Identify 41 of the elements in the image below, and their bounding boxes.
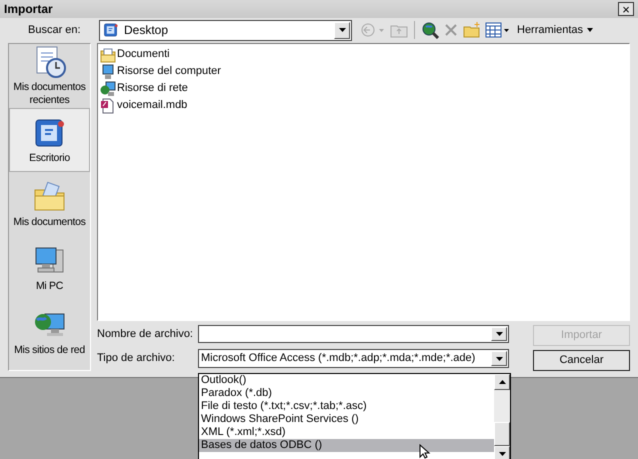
file-type-option[interactable]: Bases de datos ODBC (): [199, 439, 494, 452]
dropdown-caret-icon[interactable]: [334, 22, 350, 38]
desktop-icon: [103, 22, 119, 38]
up-arrow-icon: [498, 380, 506, 384]
search-icon[interactable]: [421, 21, 439, 39]
places-item[interactable]: Mis documentos recientes: [9, 44, 90, 108]
database-file-icon: [100, 98, 116, 114]
dialog-button[interactable]: Cancelar: [533, 350, 630, 371]
places-item[interactable]: Mi PC: [9, 236, 90, 300]
places-item[interactable]: Mis documentos: [9, 172, 90, 236]
caret-icon: [587, 28, 594, 32]
file-type-option[interactable]: Outlook(): [199, 374, 494, 387]
file-name-field[interactable]: [198, 325, 509, 343]
places-item[interactable]: Escritorio: [9, 108, 90, 172]
computer-icon: [100, 64, 116, 80]
scroll-up-button[interactable]: [494, 374, 510, 390]
file-type-option[interactable]: Windows SharePoint Services (): [199, 413, 494, 426]
tools-menu-button[interactable]: Herramientas: [515, 22, 596, 38]
dropdown-caret-icon[interactable]: [491, 351, 507, 366]
file-type-dropdown[interactable]: Microsoft Office Access (*.mdb;*.adp;*.mda;*.mde;*.ade): [198, 349, 509, 368]
places-item[interactable]: Mis sitios de red: [9, 300, 90, 364]
file-type-option[interactable]: File di testo (*.txt;*.csv;*.tab;*.asc): [199, 400, 494, 413]
file-type-label: Tipo de archivo:: [97, 351, 176, 366]
look-in-label: Buscar en:: [27, 22, 82, 38]
file-item[interactable]: Risorse di rete: [100, 80, 629, 97]
down-arrow-icon: [498, 452, 506, 456]
file-item[interactable]: Documenti: [100, 46, 629, 63]
file-name-label: Nombre de archivo:: [97, 326, 194, 342]
scrollbar[interactable]: [494, 374, 510, 459]
dropdown-caret-icon[interactable]: [491, 327, 507, 341]
close-button[interactable]: ×: [618, 2, 634, 16]
window-title: Importar: [4, 1, 53, 18]
folder-icon: [100, 46, 116, 62]
file-type-option[interactable]: XML (*.xml;*.xsd): [199, 426, 494, 439]
file-type-option[interactable]: Paradox (*.db): [199, 387, 494, 400]
file-item[interactable]: Risorse del computer: [100, 63, 629, 80]
scroll-down-button[interactable]: [494, 446, 510, 459]
file-item[interactable]: voicemail.mdb: [100, 97, 629, 114]
network-icon: [100, 80, 116, 96]
views-icon[interactable]: [485, 22, 511, 38]
look-in-dropdown[interactable]: Desktop: [99, 20, 352, 40]
